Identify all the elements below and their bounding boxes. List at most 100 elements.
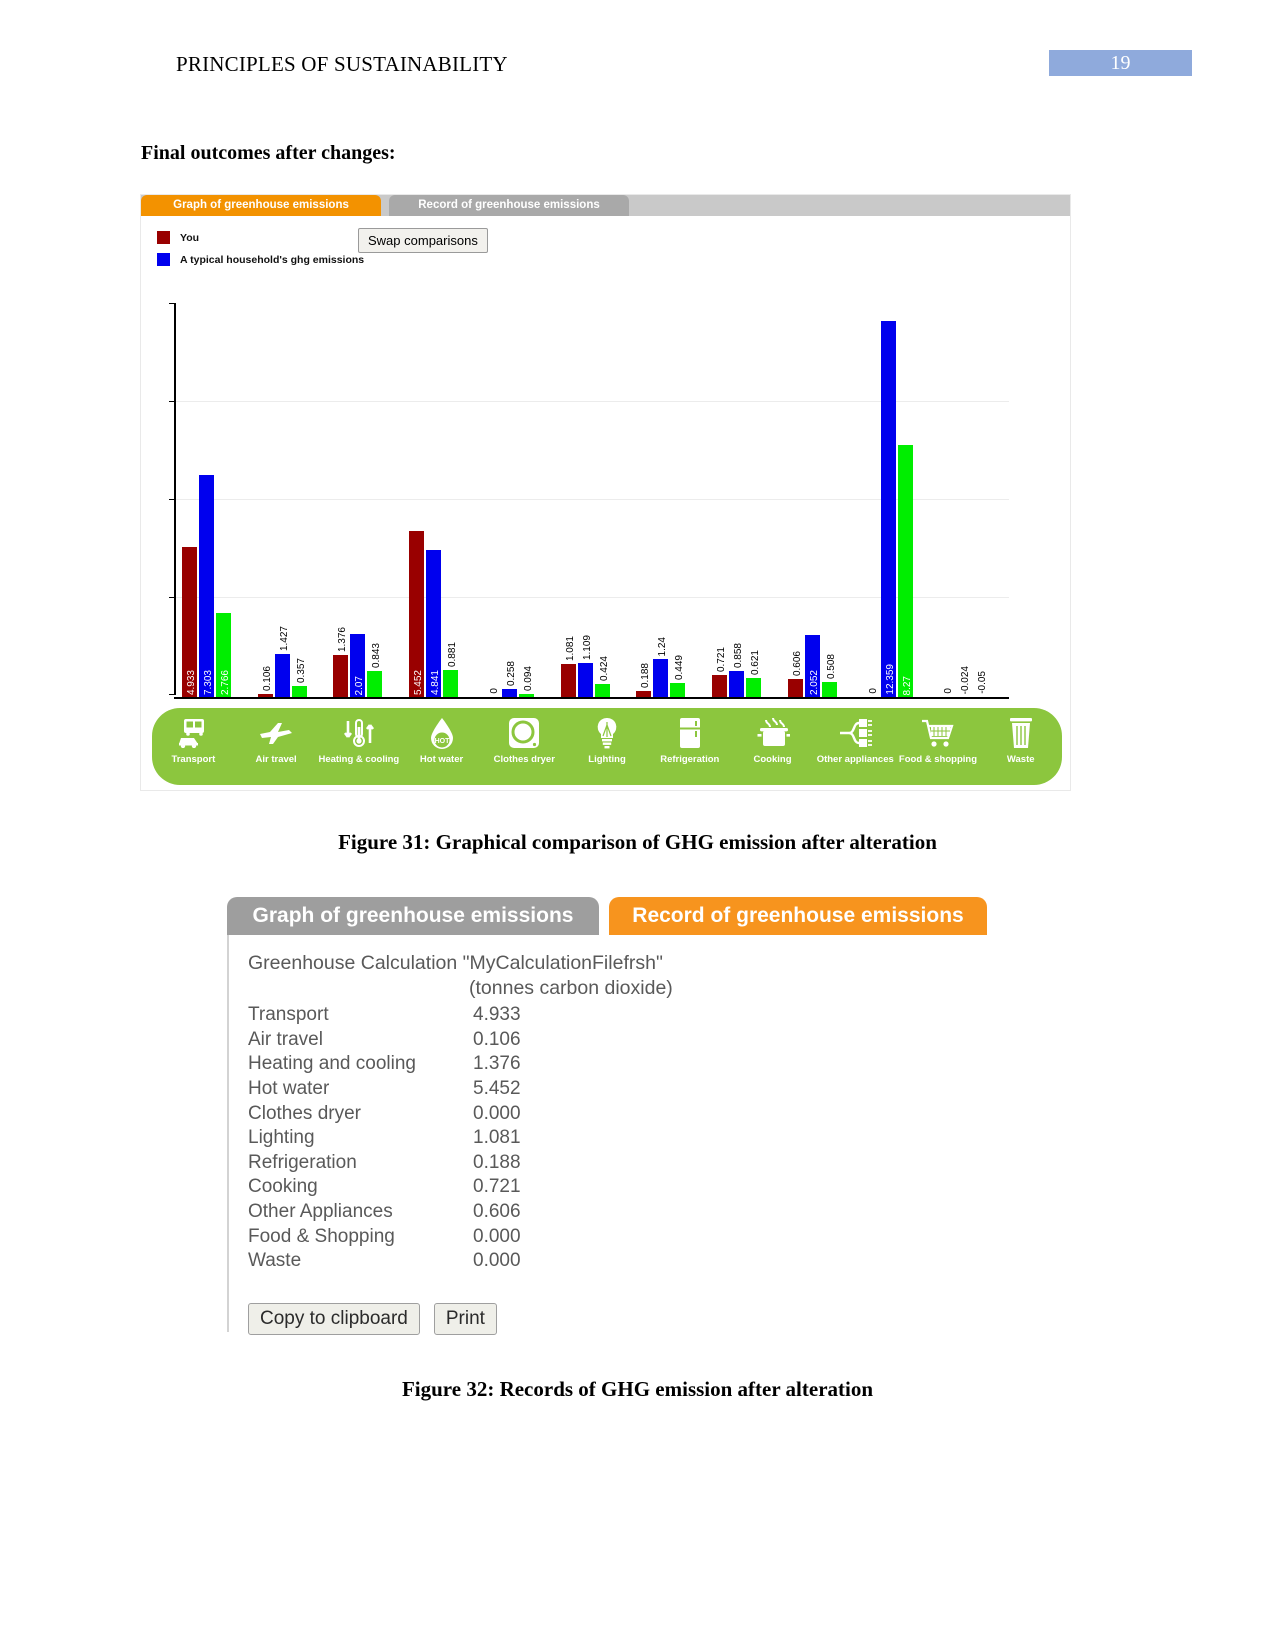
icon-cell-transport[interactable]: Transport	[152, 708, 235, 785]
table-row: Hot water 5.452	[248, 1077, 768, 1102]
print-button[interactable]: Print	[433, 1303, 497, 1335]
bar-value-label: 0.424	[598, 656, 610, 682]
record-units-header: (tonnes carbon dioxide)	[469, 977, 673, 999]
bar-value-label: 1.427	[278, 625, 290, 651]
icon-cell-food-shopping[interactable]: Food & shopping	[897, 708, 980, 785]
icon-cell-lighting[interactable]: Lighting	[566, 708, 649, 785]
bar-you	[712, 675, 728, 697]
bar-value-label: 0.508	[825, 653, 837, 679]
bar-you	[333, 655, 349, 697]
bar-value-label: 1.109	[581, 635, 593, 661]
bar-typ	[274, 653, 290, 697]
record-row-name: Food & Shopping	[248, 1225, 395, 1247]
bar-value-label: 1.376	[337, 627, 349, 653]
bar-value-label: 0.858	[733, 642, 745, 668]
bus-car-icon	[176, 715, 210, 751]
bar-avg	[518, 694, 534, 697]
table-row: Transport 4.933	[248, 1003, 768, 1028]
tab-strip: Graph of greenhouse emissions Record of …	[141, 195, 1070, 216]
bar-value-label: 0.094	[522, 666, 534, 692]
bar-chart-plot: 4.933 7.303 2.766 0.106 1.427 0.357 1.376 2.07 0…	[169, 303, 1009, 699]
bar-value-label: 0	[943, 688, 955, 694]
record-row-name: Heating and cooling	[248, 1053, 416, 1075]
airplane-icon	[258, 715, 294, 751]
record-row-value: 0.721	[473, 1176, 521, 1198]
y-axis-tick	[169, 499, 176, 500]
shopping-trolley-icon	[921, 715, 955, 751]
bar-avg	[594, 684, 610, 697]
table-row: Lighting 1.081	[248, 1126, 768, 1151]
record-tab-record-of-greenhouse-emissions[interactable]: Record of greenhouse emissions	[609, 897, 987, 935]
record-row-value: 0.106	[473, 1028, 521, 1050]
table-row: Food & Shopping 0.000	[248, 1224, 768, 1249]
x-axis	[174, 697, 1009, 699]
bar-group: 0.606 2.052 0.508	[787, 307, 858, 697]
icon-caption: Heating & cooling	[318, 754, 400, 765]
record-row-value: 5.452	[473, 1078, 521, 1100]
record-row-name: Clothes dryer	[248, 1102, 361, 1124]
record-row-name: Cooking	[248, 1176, 318, 1198]
record-row-value: 1.081	[473, 1127, 521, 1149]
bar-value-label: 0.357	[295, 658, 307, 684]
icon-caption: Refrigeration	[660, 754, 720, 765]
category-icon-bar: Transport Air travel Heating & cooling HOT H…	[152, 708, 1062, 785]
bar-you	[257, 693, 273, 697]
document-header: PRINCIPLES OF SUSTAINABILITY 19	[0, 50, 1275, 86]
table-row: Cooking 0.721	[248, 1175, 768, 1200]
icon-cell-heating-cooling[interactable]: Heating & cooling	[317, 708, 400, 785]
bar-value-label: 8.27	[901, 675, 913, 695]
record-row-value: 1.376	[473, 1053, 521, 1075]
bar-value-label: 0.606	[791, 650, 803, 676]
record-tab-strip: Graph of greenhouse emissions Record of …	[227, 897, 987, 935]
bar-group: 0.106 1.427 0.357	[257, 307, 328, 697]
cooking-pot-icon	[756, 715, 790, 751]
icon-caption: Waste	[1006, 754, 1035, 765]
icon-cell-hot-water[interactable]: HOT Hot water	[400, 708, 483, 785]
clothes-dryer-icon	[508, 715, 540, 751]
tab-graph-of-greenhouse-emissions[interactable]: Graph of greenhouse emissions	[141, 195, 381, 216]
copy-to-clipboard-button[interactable]: Copy to clipboard	[248, 1303, 420, 1335]
table-row: Heating and cooling 1.376	[248, 1052, 768, 1077]
bar-value-label: 12.359	[884, 664, 896, 695]
icon-cell-other-appliances[interactable]: Other appliances	[814, 708, 897, 785]
icon-cell-clothes-dryer[interactable]: Clothes dryer	[483, 708, 566, 785]
swap-comparisons-button[interactable]: Swap comparisons	[358, 228, 488, 253]
figure-31-caption: Figure 31: Graphical comparison of GHG e…	[338, 830, 937, 854]
thermometer-arrows-icon	[341, 715, 377, 751]
bar-value-label: 2.07	[354, 675, 366, 695]
bar-value-label: 1.24	[657, 636, 669, 657]
running-title: PRINCIPLES OF SUSTAINABILITY	[176, 52, 508, 76]
bar-value-label: -0.05	[977, 671, 989, 694]
record-row-value: 0.606	[473, 1201, 521, 1223]
tab-record-of-greenhouse-emissions[interactable]: Record of greenhouse emissions	[389, 195, 629, 216]
y-axis-tick	[169, 401, 176, 402]
bar-avg	[367, 671, 383, 697]
icon-cell-cooking[interactable]: Cooking	[731, 708, 814, 785]
record-row-name: Lighting	[248, 1127, 315, 1149]
greenhouse-graph-widget: Graph of greenhouse emissions Record of …	[141, 195, 1070, 790]
bar-avg	[897, 445, 913, 697]
bar-value-label: 4.933	[186, 669, 197, 695]
table-row: Other Appliances 0.606	[248, 1200, 768, 1225]
greenhouse-record-widget: Graph of greenhouse emissions Record of …	[227, 897, 987, 1335]
bar-avg	[291, 686, 307, 697]
bar-value-label: 0.449	[674, 655, 686, 681]
power-plug-icon	[837, 715, 873, 751]
icon-caption: Cooking	[753, 754, 792, 765]
bar-value-label: 0.258	[505, 661, 517, 687]
record-row-value: 4.933	[473, 1004, 521, 1026]
lightbulb-icon	[595, 715, 619, 751]
icon-cell-refrigeration[interactable]: Refrigeration	[648, 708, 731, 785]
page-number-badge: 19	[1049, 50, 1192, 76]
bar-value-label: 2.052	[808, 669, 820, 695]
icon-cell-air-travel[interactable]: Air travel	[235, 708, 318, 785]
bar-group: 0.721 0.858 0.621	[712, 307, 782, 697]
bar-value-label: 0.188	[640, 663, 652, 689]
bar-avg	[443, 670, 459, 697]
hot-water-drop-icon: HOT	[427, 715, 457, 751]
icon-caption: Hot water	[419, 754, 464, 765]
table-row: Waste 0.000	[248, 1249, 768, 1274]
icon-cell-waste[interactable]: Waste	[979, 708, 1062, 785]
legend-item-you: You	[157, 231, 364, 244]
record-tab-graph-of-greenhouse-emissions[interactable]: Graph of greenhouse emissions	[227, 897, 599, 935]
